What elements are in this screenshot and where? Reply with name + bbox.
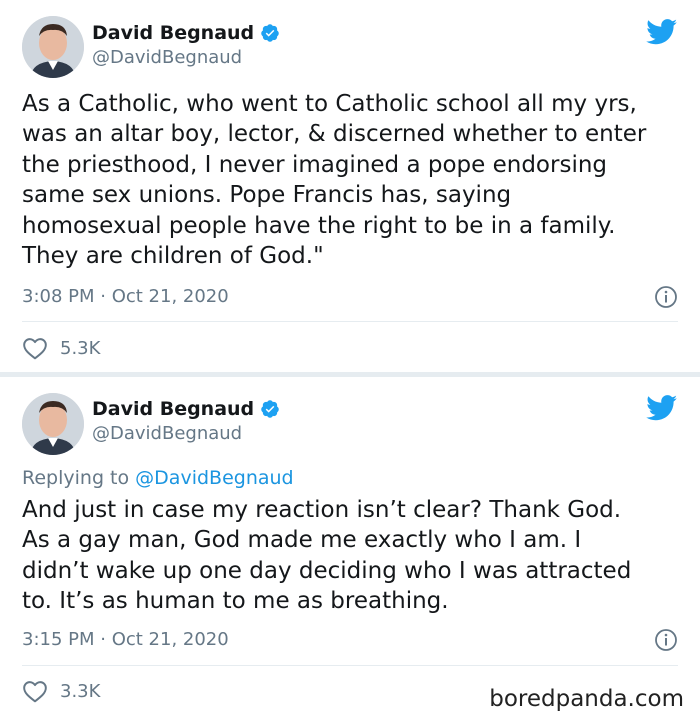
tweet-text-line: didn’t wake up one day deciding who I wa… <box>22 557 632 584</box>
tweet-text-line: same sex unions. Pope Francis has, sayin… <box>22 182 512 209</box>
author-name-row: David Begnaud <box>92 22 280 44</box>
verified-badge-icon <box>261 400 279 418</box>
avatar[interactable] <box>22 16 84 78</box>
avatar-image <box>22 16 84 78</box>
author-name[interactable]: David Begnaud <box>92 22 254 44</box>
author-handle[interactable]: @DavidBegnaud <box>92 47 242 68</box>
twitter-bird-icon[interactable] <box>646 395 678 421</box>
avatar-image <box>22 393 84 455</box>
tweet-text: As a Catholic, who went to Catholic scho… <box>22 89 682 271</box>
tweet-card: David Begnaud @DavidBegnaud Replying to … <box>0 377 700 720</box>
tweet-text-line: was an altar boy, lector, & discerned wh… <box>22 121 647 148</box>
watermark: boredpanda.com <box>489 686 684 712</box>
author-name[interactable]: David Begnaud <box>92 398 254 420</box>
tweet-text-line: As a Catholic, who went to Catholic scho… <box>22 91 637 117</box>
replying-to: Replying to @DavidBegnaud <box>22 467 294 489</box>
tweet-text-line: homosexual people have the right to be i… <box>22 212 616 239</box>
heart-icon[interactable] <box>22 336 48 360</box>
tweet-text-line: They are children of God." <box>22 243 324 270</box>
like-count: 3.3K <box>60 680 101 702</box>
verified-badge-icon <box>261 24 279 42</box>
tweet-text-line: the priesthood, I never imagined a pope … <box>22 151 608 178</box>
replying-to-label: Replying to <box>22 467 130 489</box>
tweet-text-line: As a gay man, God made me exactly who I … <box>22 527 582 554</box>
tweet-text-line: to. It’s as human to me as breathing. <box>22 588 449 615</box>
twitter-bird-icon[interactable] <box>646 19 678 45</box>
like-action[interactable]: 3.3K <box>22 679 100 703</box>
tweet-text-line: And just in case my reaction isn’t clear… <box>22 497 622 523</box>
author-handle[interactable]: @DavidBegnaud <box>92 423 242 444</box>
divider <box>22 665 678 666</box>
like-count: 5.3K <box>60 337 101 359</box>
heart-icon[interactable] <box>22 679 48 703</box>
tweet-text: And just in case my reaction isn’t clear… <box>22 495 682 617</box>
tweet-timestamp[interactable]: 3:08 PM · Oct 21, 2020 <box>22 286 229 307</box>
tweet-card: David Begnaud @DavidBegnaud As a Catholi… <box>0 0 700 372</box>
reply-mention-link[interactable]: @DavidBegnaud <box>135 467 293 489</box>
avatar[interactable] <box>22 393 84 455</box>
author-name-row: David Begnaud <box>92 398 280 420</box>
info-icon[interactable] <box>654 285 678 309</box>
divider <box>22 321 678 322</box>
info-icon[interactable] <box>654 628 678 652</box>
tweet-timestamp[interactable]: 3:15 PM · Oct 21, 2020 <box>22 629 229 650</box>
like-action[interactable]: 5.3K <box>22 336 100 360</box>
